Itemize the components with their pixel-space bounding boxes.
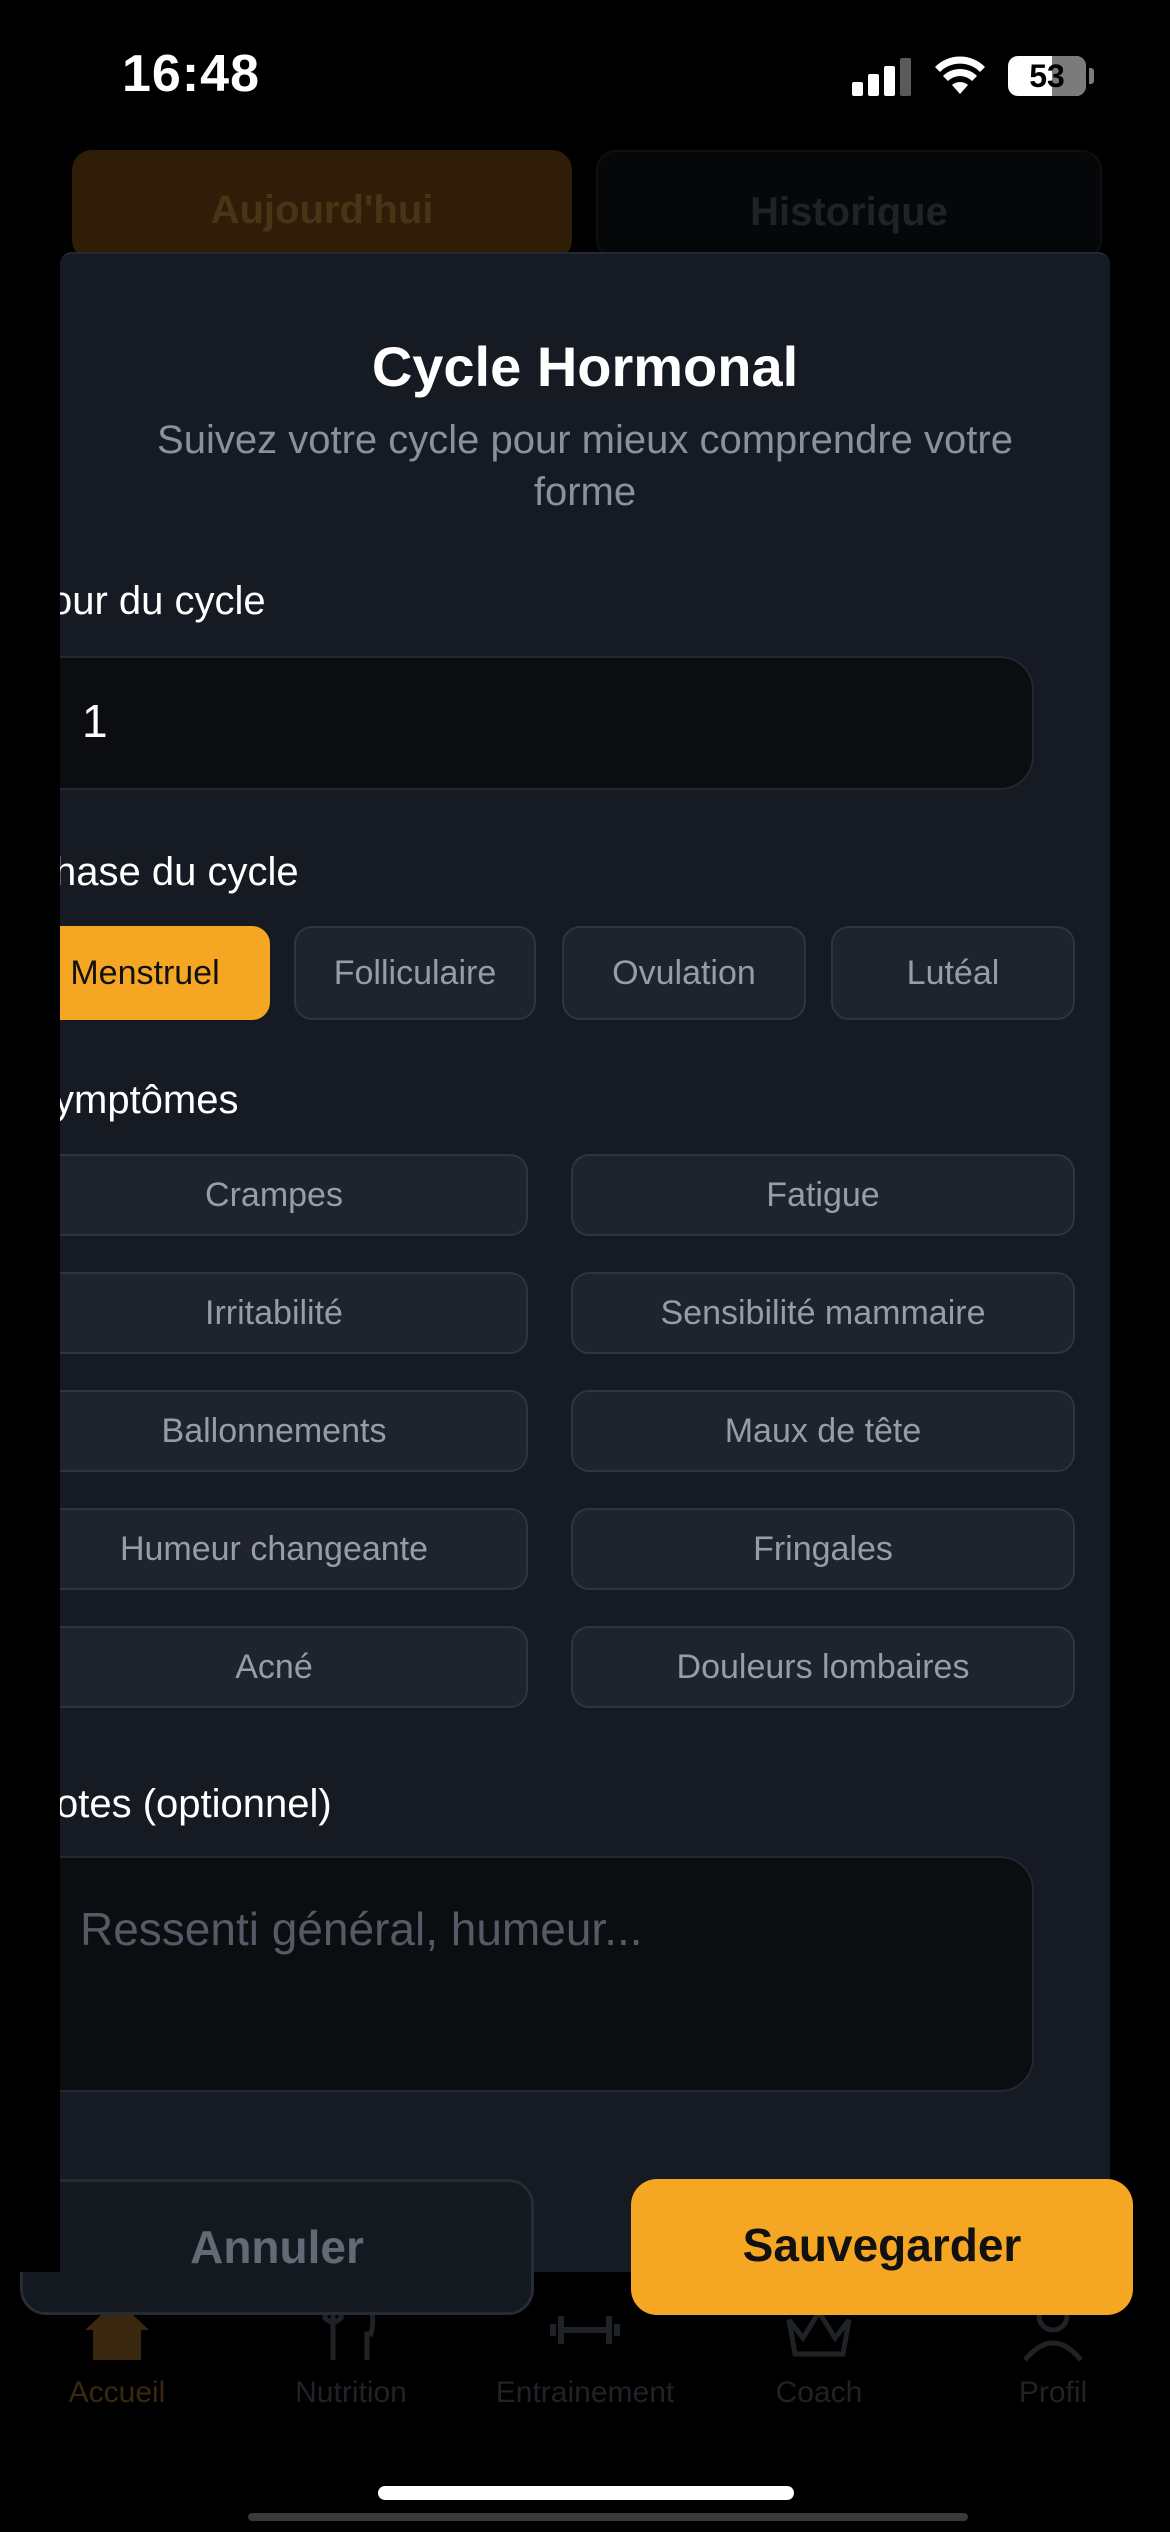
modal-subtitle: Suivez votre cycle pour mieux comprendre… (157, 418, 1013, 514)
status-bar: 16:48 53 (0, 0, 1170, 150)
nav-label: Coach (775, 2376, 863, 2409)
symptoms-label: ymptômes (54, 1078, 239, 1122)
phase-label: hase du cycle (54, 850, 299, 894)
modal-title: Cycle Hormonal (371, 335, 799, 398)
screen-edge-mask (0, 252, 60, 2272)
nav-label: Profil (1018, 2376, 1088, 2409)
symptom-chip[interactable]: Acné (20, 1626, 528, 1708)
cellular-signal-icon (852, 58, 914, 96)
symptom-chip[interactable]: Humeur changeante (20, 1508, 528, 1590)
wifi-icon (935, 56, 985, 94)
tab-history: Historique (596, 150, 1102, 260)
phase-chip-luteal[interactable]: Lutéal (831, 926, 1075, 1020)
battery-level: 53 (1029, 58, 1065, 94)
nav-label: Accueil (68, 2376, 166, 2409)
notes-label: otes (optionnel) (56, 1782, 332, 1826)
cycle-day-value: 1 (82, 695, 108, 747)
battery-icon: 53 (1008, 56, 1086, 96)
cycle-modal: Cycle Hormonal Suivez votre cycle pour m… (20, 252, 1133, 2315)
dumbbell-icon (550, 2316, 620, 2344)
symptom-chip[interactable]: Crampes (20, 1154, 528, 1236)
phase-chip-ovulation[interactable]: Ovulation (562, 926, 806, 1020)
cycle-day-input[interactable]: 1 (20, 656, 1034, 790)
symptom-chip[interactable]: Sensibilité mammaire (571, 1272, 1075, 1354)
cycle-day-label: our du cycle (50, 579, 266, 623)
symptom-chip[interactable]: Irritabilité (20, 1272, 528, 1354)
symptom-chip[interactable]: Ballonnements (20, 1390, 528, 1472)
home-bar-track (248, 2513, 968, 2521)
status-time: 16:48 (122, 45, 260, 103)
symptom-chip[interactable]: Maux de tête (571, 1390, 1075, 1472)
nav-label: Entrainement (495, 2376, 675, 2409)
tab-today: Aujourd'hui (72, 150, 572, 260)
notes-textarea[interactable]: Ressenti général, humeur... (20, 1856, 1034, 2092)
nav-label: Nutrition (295, 2376, 407, 2409)
battery-tip (1089, 68, 1094, 84)
symptom-chip[interactable]: Douleurs lombaires (571, 1626, 1075, 1708)
symptom-chip[interactable]: Fringales (571, 1508, 1075, 1590)
save-button[interactable]: Sauvegarder (631, 2179, 1133, 2315)
cancel-button[interactable]: Annuler (20, 2179, 534, 2315)
notes-placeholder: Ressenti général, humeur... (80, 1903, 643, 1955)
home-indicator[interactable] (378, 2486, 794, 2500)
symptom-chip[interactable]: Fatigue (571, 1154, 1075, 1236)
phase-chip-folliculaire[interactable]: Folliculaire (294, 926, 536, 1020)
